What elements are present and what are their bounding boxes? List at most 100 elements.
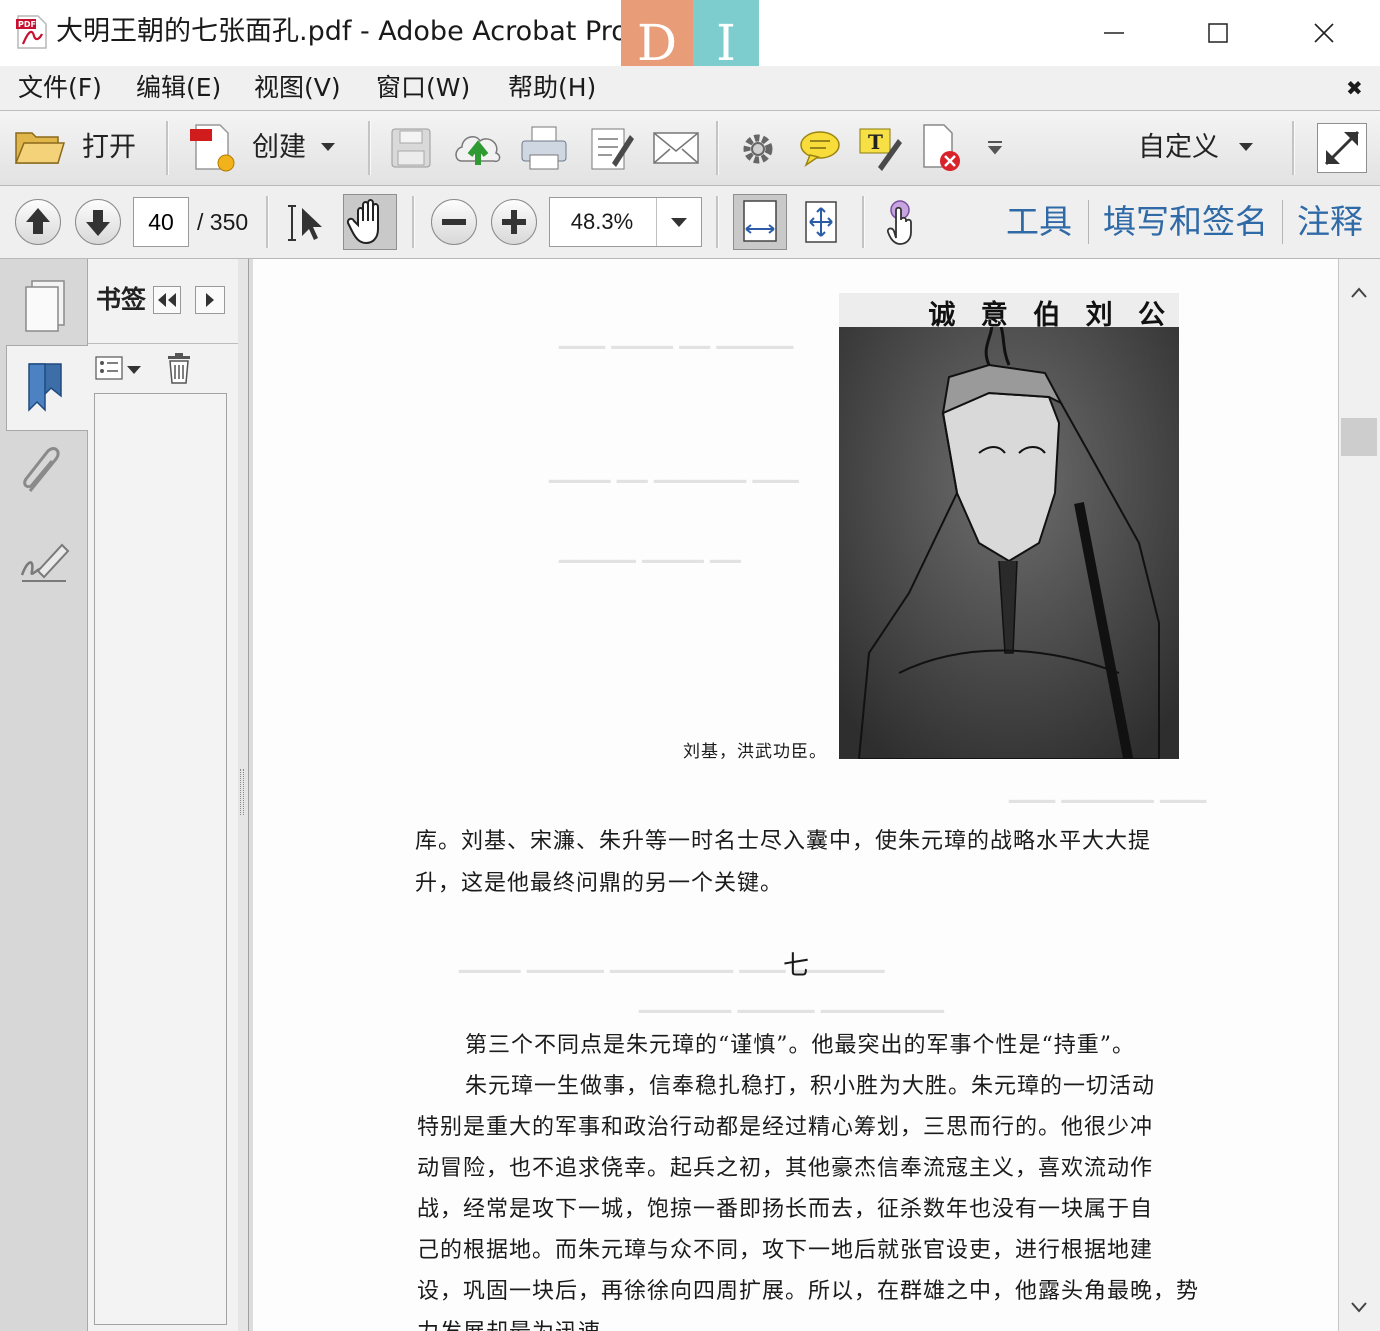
open-label: 打开 — [82, 132, 136, 163]
zoom-in-button[interactable] — [491, 199, 537, 245]
menu-file[interactable]: 文件(F) — [18, 66, 102, 110]
create-button[interactable]: 创建 — [186, 111, 346, 185]
pane-splitter[interactable] — [238, 259, 249, 1331]
zoom-value: 48.3% — [570, 209, 634, 234]
scroll-up-icon[interactable] — [1349, 285, 1369, 301]
fit-page-icon[interactable] — [800, 198, 842, 246]
navigation-pane — [0, 259, 88, 1331]
customize-dropdown[interactable]: 自定义 — [1130, 111, 1270, 185]
email-icon[interactable] — [652, 131, 700, 167]
fit-width-icon — [743, 200, 777, 242]
close-window-button[interactable] — [1272, 0, 1376, 66]
select-cursor-icon[interactable] — [288, 202, 330, 244]
toolbar-overflow-icon[interactable] — [986, 139, 1004, 157]
text-line: 第三个不同点是朱元璋的“谨慎”。他最突出的军事个性是“持重”。 — [465, 1033, 1135, 1058]
link-divider — [1282, 200, 1283, 244]
text-line: 库。刘基、宋濂、朱升等一时名士尽入囊中，使朱元璋的战略水平大大提 — [415, 829, 1152, 854]
navigation-toolbar: / 350 48.3% 工具 填写和签名 注 — [0, 186, 1380, 259]
bookmark-options-button[interactable] — [94, 353, 146, 385]
menu-edit[interactable]: 编辑(E) — [136, 66, 221, 110]
next-page-button[interactable] — [75, 199, 121, 245]
text-line: 力发展却最为迅速 — [417, 1314, 601, 1331]
paperclip-icon — [23, 447, 60, 492]
menu-view[interactable]: 视图(V) — [254, 66, 341, 110]
section-heading: 七 — [783, 951, 811, 981]
pages-icon — [25, 280, 65, 332]
text-line: 战，经常是攻下一城，饱掠一番即扬长而去，征杀数年也没有一块属于自 — [417, 1197, 1154, 1222]
arrow-down-icon — [86, 210, 110, 236]
bleed-through-text: ▁▁▁ ▁▁▁▁ ▁▁ ▁▁▁▁▁ — [559, 325, 794, 349]
zoom-out-button[interactable] — [431, 199, 477, 245]
maximize-icon — [1208, 23, 1228, 43]
scrollbar-thumb[interactable] — [1341, 418, 1377, 456]
bookmarks-list[interactable] — [94, 393, 227, 1325]
toolbar-separator — [1292, 121, 1295, 175]
page-thumbnails-button[interactable] — [8, 267, 78, 345]
full-screen-button[interactable] — [1317, 123, 1367, 173]
splitter-grip — [240, 769, 244, 815]
window-title: 大明王朝的七张面孔.pdf - Adobe Acrobat Pro — [56, 16, 628, 47]
hand-icon — [346, 199, 379, 245]
bleed-through-text: ▁▁▁▁▁ ▁▁▁▁ ▁▁ — [559, 539, 741, 563]
minimize-button[interactable] — [1062, 0, 1166, 66]
page-number-input[interactable] — [133, 197, 189, 247]
portrait-header: 诚 意 伯 刘 公 — [839, 293, 1179, 331]
text-line: 设，巩固一块后，再徐徐向四周扩展。所以，在群雄之中，他露头角最晚，势 — [417, 1279, 1200, 1304]
menu-window[interactable]: 窗口(W) — [376, 66, 470, 110]
cloud-upload-icon[interactable] — [452, 125, 504, 169]
toolbar-separator — [368, 121, 371, 175]
comment-icon[interactable] — [798, 127, 842, 169]
svg-text:T: T — [868, 130, 883, 154]
panel-options-button[interactable] — [195, 286, 225, 314]
menu-help[interactable]: 帮助(H) — [508, 66, 596, 110]
minus-icon — [442, 219, 466, 225]
fit-width-button[interactable] — [733, 194, 787, 250]
text-line: 己的根据地。而朱元璋与众不同，攻下一地后就张官设吏，进行根据地建 — [417, 1238, 1154, 1263]
link-divider — [1088, 200, 1089, 244]
text-line: 特别是重大的军事和政治行动都是经过精心筹划，三思而行的。他很少冲 — [417, 1115, 1154, 1140]
comment-pane-link[interactable]: 注释 — [1297, 186, 1363, 258]
expand-icon — [1324, 130, 1360, 166]
collapse-panel-button[interactable] — [153, 286, 181, 314]
menu-bar: 文件(F) 编辑(E) 视图(V) 窗口(W) 帮助(H) ✖ — [0, 66, 1380, 111]
delete-bookmark-button[interactable] — [164, 351, 194, 385]
previous-page-button[interactable] — [15, 199, 61, 245]
document-view[interactable]: ▁▁▁ ▁▁▁▁ ▁▁ ▁▁▁▁▁ ▁▁▁▁ ▁▁ ▁▁▁▁▁▁ ▁▁▁ ▁▁▁… — [249, 259, 1338, 1331]
text-line: 动冒险，也不追求侥幸。起兵之初，其他豪杰信奉流寇主义，喜欢流动作 — [417, 1156, 1154, 1181]
toolbar-separator — [166, 121, 169, 175]
toolbar-separator — [862, 196, 865, 248]
bookmark-icon — [28, 363, 62, 412]
chevron-down-icon — [1239, 143, 1253, 151]
touch-read-mode-icon[interactable] — [882, 198, 924, 246]
portrait-image: 诚 意 伯 刘 公 — [839, 293, 1179, 764]
bleed-through-text: ▁▁▁ ▁▁▁▁▁▁ ▁▁▁ — [1009, 779, 1207, 803]
open-button[interactable]: 打开 — [10, 111, 160, 185]
edit-document-icon[interactable] — [590, 125, 636, 171]
text-markup-icon[interactable]: T — [858, 125, 904, 171]
portrait-figure-icon — [839, 293, 1179, 764]
text-line: 朱元璋一生做事，信奉稳扎稳打，积小胜为大胜。朱元璋的一切活动 — [465, 1074, 1156, 1099]
zoom-select[interactable]: 48.3% — [549, 197, 702, 247]
tools-pane-link[interactable]: 工具 — [1006, 186, 1072, 258]
text-line: 升，这是他最终问鼎的另一个关键。 — [415, 871, 784, 896]
print-icon[interactable] — [520, 125, 568, 171]
gear-icon[interactable] — [738, 129, 778, 169]
list-options-icon — [95, 356, 141, 380]
save-icon[interactable] — [390, 127, 434, 169]
minimize-icon — [1104, 32, 1124, 34]
close-document-button[interactable]: ✖ — [1346, 66, 1363, 110]
bleed-through-text: ▁▁▁▁ ▁▁▁▁▁ ▁▁▁▁▁▁▁▁ ▁▁▁ ▁▁▁▁▁▁ — [459, 949, 885, 973]
zoom-dropdown-button[interactable] — [656, 198, 702, 246]
maximize-button[interactable] — [1166, 0, 1270, 66]
arrow-up-icon — [26, 208, 50, 234]
svg-text:PDF: PDF — [18, 20, 36, 29]
signatures-button[interactable] — [8, 527, 78, 597]
delete-page-icon[interactable] — [920, 123, 966, 173]
scroll-down-icon[interactable] — [1349, 1299, 1369, 1315]
plus-icon — [502, 210, 526, 234]
bleed-through-text: ▁▁▁▁ ▁▁ ▁▁▁▁▁▁ ▁▁▁ — [549, 459, 799, 483]
fill-and-sign-link[interactable]: 填写和签名 — [1103, 186, 1268, 258]
attachments-button[interactable] — [8, 437, 78, 507]
hand-tool-button[interactable] — [343, 194, 397, 250]
bookmarks-tab-button[interactable] — [6, 345, 88, 431]
